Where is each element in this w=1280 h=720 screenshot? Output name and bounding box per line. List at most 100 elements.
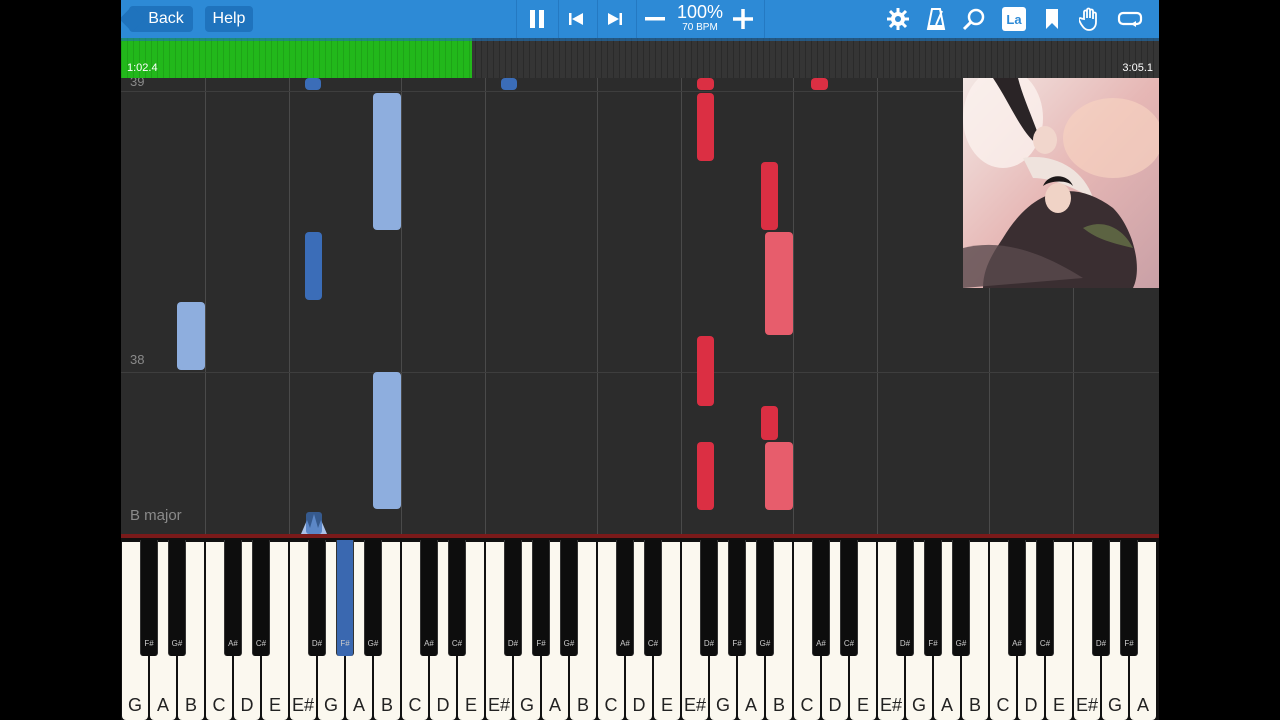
- white-key-label: E: [1052, 695, 1065, 715]
- toolbar-divider: [516, 0, 517, 38]
- note-right-hand: [761, 406, 778, 440]
- tempo-display: 100% 70 BPM: [673, 2, 727, 33]
- black-key[interactable]: C#: [840, 540, 858, 656]
- black-key-label: G#: [367, 639, 379, 648]
- white-key-label: B: [968, 695, 981, 715]
- hand-icon[interactable]: [1075, 4, 1105, 34]
- note-left-hand: [373, 93, 401, 230]
- black-key[interactable]: G#: [364, 540, 382, 656]
- black-key[interactable]: F#: [728, 540, 746, 656]
- black-key[interactable]: A#: [812, 540, 830, 656]
- black-key-label: C#: [843, 639, 855, 648]
- black-key[interactable]: G#: [756, 540, 774, 656]
- black-key[interactable]: F#: [924, 540, 942, 656]
- white-key-label: A: [548, 695, 561, 715]
- metronome-icon[interactable]: [921, 4, 951, 34]
- white-key-label: G: [1107, 695, 1122, 715]
- black-key[interactable]: D#: [700, 540, 718, 656]
- la-label-text: La: [1002, 7, 1026, 31]
- black-key[interactable]: F#: [1120, 540, 1138, 656]
- white-key-label: B: [576, 695, 589, 715]
- black-key[interactable]: A#: [420, 540, 438, 656]
- toolbar-divider: [636, 0, 637, 38]
- key-gridline: [401, 78, 402, 534]
- note-right-hand: [697, 93, 714, 161]
- white-key-label: E: [660, 695, 673, 715]
- black-key-label: G#: [759, 639, 771, 648]
- key-gridline: [877, 78, 878, 534]
- black-key[interactable]: C#: [1036, 540, 1054, 656]
- black-key[interactable]: F#: [336, 540, 354, 656]
- black-key-label: F#: [928, 639, 938, 648]
- white-key-label: B: [380, 695, 393, 715]
- white-key-label: G: [911, 695, 926, 715]
- black-key-label: D#: [507, 639, 519, 648]
- loop-icon[interactable]: [1115, 4, 1145, 34]
- black-key-label: C#: [255, 639, 267, 648]
- key-gridline: [289, 78, 290, 534]
- black-key-label: D#: [899, 639, 911, 648]
- toolbar-divider: [764, 0, 765, 38]
- minus-icon[interactable]: [640, 4, 670, 34]
- skip-forward-icon[interactable]: [600, 4, 630, 34]
- black-key[interactable]: A#: [616, 540, 634, 656]
- white-key-label: G: [127, 695, 142, 715]
- black-key-label: D#: [703, 639, 715, 648]
- black-key[interactable]: D#: [1092, 540, 1110, 656]
- black-key-label: C#: [647, 639, 659, 648]
- black-key[interactable]: C#: [252, 540, 270, 656]
- note-right-hand: [697, 336, 714, 406]
- key-gridline: [597, 78, 598, 534]
- black-key[interactable]: C#: [644, 540, 662, 656]
- pause-icon[interactable]: [522, 4, 552, 34]
- magnifier-icon[interactable]: [959, 4, 989, 34]
- white-key-label: D: [1024, 695, 1038, 715]
- black-key[interactable]: A#: [1008, 540, 1026, 656]
- help-button[interactable]: Help: [205, 6, 253, 32]
- black-key[interactable]: A#: [224, 540, 242, 656]
- plus-icon[interactable]: [728, 4, 758, 34]
- white-key-label: B: [184, 695, 197, 715]
- measure-line: [121, 372, 1159, 373]
- black-key-label: F#: [1124, 639, 1134, 648]
- measure-number: 39: [130, 78, 145, 89]
- black-key-label: C#: [1039, 639, 1051, 648]
- key-hit-spark: [301, 512, 327, 534]
- white-key-label: E: [268, 695, 281, 715]
- back-label: Back: [148, 10, 184, 27]
- album-art-image: [963, 78, 1159, 288]
- key-signature: B major: [130, 507, 182, 524]
- white-key-label: E: [464, 695, 477, 715]
- white-key-label: E#: [291, 695, 315, 715]
- black-key-label: C#: [451, 639, 463, 648]
- black-key-label: A#: [1012, 639, 1022, 648]
- white-key-label: E#: [683, 695, 707, 715]
- black-key[interactable]: G#: [952, 540, 970, 656]
- black-key[interactable]: D#: [308, 540, 326, 656]
- gear-icon[interactable]: [883, 4, 913, 34]
- black-key[interactable]: D#: [896, 540, 914, 656]
- white-key-label: G: [519, 695, 534, 715]
- la-label-icon[interactable]: La: [999, 4, 1029, 34]
- synthesia-app: Back Help 100% 70 BPM La 1:02.4 3:05.1 3…: [121, 0, 1159, 720]
- black-key[interactable]: C#: [448, 540, 466, 656]
- tempo-percent: 100%: [676, 2, 724, 22]
- white-key-label: A: [156, 695, 169, 715]
- key-gridline: [485, 78, 486, 534]
- black-key[interactable]: G#: [168, 540, 186, 656]
- black-key[interactable]: F#: [532, 540, 550, 656]
- black-key[interactable]: D#: [504, 540, 522, 656]
- black-key-label: D#: [311, 639, 323, 648]
- bookmark-icon[interactable]: [1037, 4, 1067, 34]
- black-key[interactable]: G#: [560, 540, 578, 656]
- note-roll: 39 38 B major: [121, 78, 1159, 534]
- black-key-label: A#: [228, 639, 238, 648]
- white-key-label: A: [940, 695, 953, 715]
- black-key-label: F#: [732, 639, 742, 648]
- white-key-label: C: [212, 695, 226, 715]
- skip-back-icon[interactable]: [561, 4, 591, 34]
- note-left-hand: [305, 78, 321, 90]
- song-progress-bar[interactable]: 1:02.4 3:05.1: [121, 38, 1159, 78]
- black-key[interactable]: F#: [140, 540, 158, 656]
- back-button[interactable]: Back: [129, 6, 193, 32]
